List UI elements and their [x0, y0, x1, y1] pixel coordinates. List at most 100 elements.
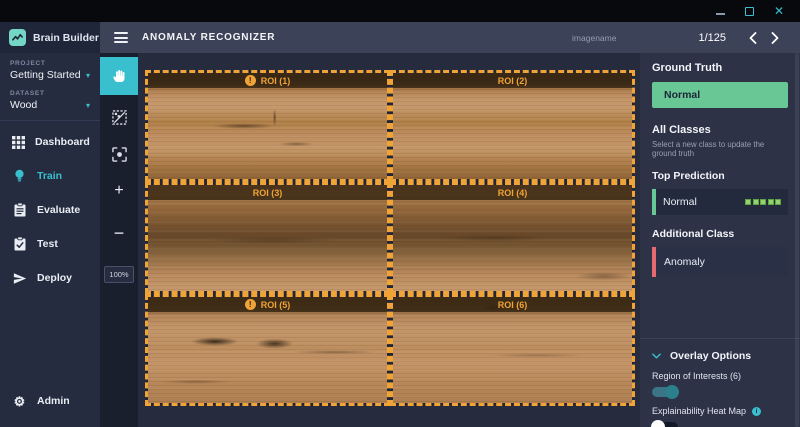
- brand-area: Brain Builder: [0, 22, 100, 53]
- confidence-square: [745, 199, 751, 205]
- roi-region-3[interactable]: ROI (3): [145, 182, 390, 294]
- sidebar-item-admin[interactable]: ⚙ Admin: [0, 384, 100, 418]
- confidence-square: [775, 199, 781, 205]
- roi-toggle[interactable]: [652, 387, 678, 397]
- project-value: Getting Started: [10, 69, 81, 81]
- roi-toggle-label: Region of Interests (6): [652, 371, 788, 381]
- confidence-indicator: [745, 199, 781, 205]
- dataset-select[interactable]: Wood ▾: [10, 99, 90, 111]
- image-canvas[interactable]: ! ROI (1) ROI (2) ROI (3) ROI (4)! ROI (5) ROI…: [138, 53, 640, 427]
- all-classes-heading: All Classes: [652, 124, 788, 136]
- sidebar-item-label: Deploy: [37, 272, 72, 284]
- roi-label: ROI (5): [261, 300, 291, 310]
- minimize-icon[interactable]: [716, 13, 725, 15]
- tool-strip: + − 100%: [100, 53, 138, 427]
- additional-class-anomaly[interactable]: Anomaly: [652, 247, 788, 277]
- prediction-class-normal[interactable]: Normal: [652, 189, 788, 215]
- sidebar-item-train[interactable]: Train: [0, 159, 100, 193]
- divider: [0, 120, 100, 121]
- heatmap-toggle[interactable]: [652, 422, 678, 427]
- clipboard-check-icon: [12, 237, 27, 252]
- warning-icon: !: [245, 75, 256, 86]
- chevron-down-icon: [652, 353, 661, 359]
- prev-image-button[interactable]: [742, 32, 764, 44]
- overlay-options-header[interactable]: Overlay Options: [652, 350, 788, 362]
- maximize-icon[interactable]: [745, 7, 754, 16]
- roi-label-band: ! ROI (1): [148, 73, 387, 88]
- hand-tool-button[interactable]: [100, 57, 138, 95]
- warning-icon: !: [245, 299, 256, 310]
- confidence-square: [768, 199, 774, 205]
- roi-image-grid: ! ROI (1) ROI (2) ROI (3) ROI (4)! ROI (5) ROI…: [145, 70, 640, 406]
- gear-icon: ⚙: [12, 394, 27, 409]
- overlay-options-section: Overlay Options Region of Interests (6) …: [640, 338, 800, 427]
- roi-region-4[interactable]: ROI (4): [390, 182, 635, 294]
- roi-label-band: ! ROI (5): [148, 297, 387, 312]
- roi-label-band: ROI (2): [393, 73, 632, 88]
- confidence-square: [760, 199, 766, 205]
- app-header: Brain Builder ANOMALY RECOGNIZER imagena…: [0, 22, 800, 53]
- page-title: ANOMALY RECOGNIZER: [142, 32, 275, 43]
- chevron-down-icon: ▾: [86, 101, 90, 110]
- sidebar-item-label: Admin: [37, 395, 70, 407]
- sidebar-item-evaluate[interactable]: Evaluate: [0, 193, 100, 227]
- sidebar-item-dashboard[interactable]: Dashboard: [0, 125, 100, 159]
- roi-region-6[interactable]: ROI (6): [390, 294, 635, 406]
- app-window: ✕ Brain Builder ANOMALY RECOGNIZER image…: [0, 0, 800, 427]
- right-panel: Ground Truth Normal All Classes Select a…: [640, 53, 800, 427]
- wood-texture: [393, 297, 632, 403]
- clipboard-icon: [12, 203, 27, 218]
- ground-truth-heading: Ground Truth: [652, 62, 788, 74]
- roi-label: ROI (4): [498, 188, 528, 198]
- send-icon: [12, 271, 27, 286]
- roi-region-2[interactable]: ROI (2): [390, 70, 635, 182]
- sidebar-item-deploy[interactable]: Deploy: [0, 261, 100, 295]
- top-prediction-heading: Top Prediction: [652, 170, 788, 182]
- brain-builder-logo-icon: [9, 29, 26, 46]
- zoom-in-button[interactable]: +: [114, 182, 123, 200]
- os-titlebar: ✕: [0, 0, 800, 22]
- wood-texture: [148, 185, 387, 291]
- sidebar: PROJECT Getting Started ▾ DATASET Wood ▾: [0, 53, 100, 427]
- lightbulb-icon: [12, 169, 27, 184]
- panel-scrollbar[interactable]: [795, 53, 799, 427]
- sidebar-item-label: Train: [37, 170, 62, 182]
- roi-label: ROI (2): [498, 76, 528, 86]
- sidebar-item-label: Evaluate: [37, 204, 80, 216]
- close-icon[interactable]: ✕: [774, 6, 784, 16]
- all-classes-subtext: Select a new class to update the ground …: [652, 140, 788, 158]
- roi-label-band: ROI (4): [393, 185, 632, 200]
- zoom-level-indicator: 100%: [104, 266, 133, 283]
- next-image-button[interactable]: [764, 32, 786, 44]
- heatmap-toggle-label: Explainability Heat Map i: [652, 406, 788, 416]
- roi-region-5[interactable]: ! ROI (5): [145, 294, 390, 406]
- roi-label-band: ROI (3): [148, 185, 387, 200]
- wood-texture: [393, 73, 632, 179]
- roi-label: ROI (3): [253, 188, 283, 198]
- header-main: ANOMALY RECOGNIZER imagename 1/125: [100, 22, 800, 53]
- overlay-options-title: Overlay Options: [670, 350, 751, 362]
- sidebar-item-label: Dashboard: [35, 136, 90, 148]
- confidence-square: [753, 199, 759, 205]
- roi-label: ROI (1): [261, 76, 291, 86]
- info-icon[interactable]: i: [752, 407, 761, 416]
- pagination-counter: 1/125: [698, 32, 726, 44]
- roi-label-band: ROI (6): [393, 297, 632, 312]
- zoom-out-button[interactable]: −: [114, 223, 125, 244]
- brand-name: Brain Builder: [33, 32, 99, 44]
- ground-truth-value: Normal: [652, 82, 788, 108]
- roi-grid-tool-button[interactable]: [112, 110, 127, 125]
- prediction-label: Normal: [663, 196, 745, 208]
- additional-class-heading: Additional Class: [652, 228, 788, 240]
- chevron-down-icon: ▾: [86, 71, 90, 80]
- menu-hamburger-icon[interactable]: [114, 32, 128, 43]
- sidebar-item-label: Test: [37, 238, 58, 250]
- image-name-label: imagename: [572, 33, 616, 43]
- roi-region-1[interactable]: ! ROI (1): [145, 70, 390, 182]
- fit-view-tool-button[interactable]: [112, 147, 127, 162]
- sidebar-item-test[interactable]: Test: [0, 227, 100, 261]
- project-select[interactable]: Getting Started ▾: [10, 69, 90, 81]
- wood-texture: [393, 185, 632, 291]
- dashboard-icon: [12, 135, 25, 150]
- dataset-value: Wood: [10, 99, 37, 111]
